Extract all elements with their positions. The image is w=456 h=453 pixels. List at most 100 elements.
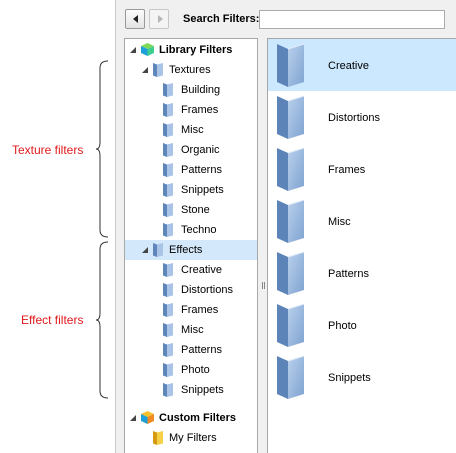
folder-item-label: Creative: [328, 60, 369, 72]
folder-icon: [163, 283, 173, 297]
effect-filters-brace: [96, 241, 110, 399]
collapse-arrow-icon[interactable]: [130, 47, 137, 54]
library-cube-icon: [141, 43, 154, 56]
tree-item-label: Building: [181, 84, 221, 96]
my-filters-folder-icon: [153, 431, 163, 445]
tree-label-library-filters: Library Filters: [159, 44, 233, 56]
large-folder-icon: [277, 95, 305, 139]
forward-arrow-icon: [158, 15, 163, 23]
folder-icon: [163, 143, 173, 157]
tree-item-label: Misc: [181, 324, 204, 336]
folder-item-patterns[interactable]: Patterns: [268, 247, 456, 299]
tree-item-label: Patterns: [181, 164, 222, 176]
custom-cube-icon: [141, 411, 154, 424]
tree-item-label: Patterns: [181, 344, 222, 356]
folder-icon: [163, 203, 173, 217]
folder-icon: [163, 83, 173, 97]
back-arrow-icon: [133, 15, 138, 23]
folder-icon: [163, 363, 173, 377]
tree-item-custom-filters[interactable]: Custom Filters: [125, 408, 257, 428]
tree-item-textures-organic[interactable]: Organic: [125, 140, 257, 160]
tree-item-textures-stone[interactable]: Stone: [125, 200, 257, 220]
folder-icon: [153, 63, 163, 77]
toolbar: Search Filters:: [116, 0, 456, 38]
tree-item-label: Snippets: [181, 184, 224, 196]
tree-item-label: Techno: [181, 224, 217, 236]
tree-item-textures[interactable]: Textures: [125, 60, 257, 80]
tree-label-textures: Textures: [169, 64, 211, 76]
large-folder-icon: [277, 43, 305, 87]
folder-icon: [163, 263, 173, 277]
folder-item-frames[interactable]: Frames: [268, 143, 456, 195]
folder-icon: [163, 383, 173, 397]
search-label: Search Filters:: [183, 13, 260, 25]
back-button[interactable]: [125, 9, 145, 29]
tree-item-effects-frames[interactable]: Frames: [125, 300, 257, 320]
effect-filters-annotation: Effect filters: [21, 313, 84, 327]
tree-item-label: Misc: [181, 124, 204, 136]
folder-icon: [163, 223, 173, 237]
folder-item-label: Misc: [328, 216, 351, 228]
tree-item-effects-patterns[interactable]: Patterns: [125, 340, 257, 360]
folder-item-snippets[interactable]: Snippets: [268, 351, 456, 403]
tree-item-effects-photo[interactable]: Photo: [125, 360, 257, 380]
folder-item-label: Photo: [328, 320, 357, 332]
splitter-grip-icon[interactable]: [262, 282, 265, 289]
folder-item-label: Frames: [328, 164, 366, 176]
texture-filters-brace: [96, 60, 110, 238]
tree-item-effects-misc[interactable]: Misc: [125, 320, 257, 340]
tree-item-label: Frames: [181, 304, 219, 316]
tree-item-textures-snippets[interactable]: Snippets: [125, 180, 257, 200]
folder-item-label: Distortions: [328, 112, 380, 124]
tree-item-label: Creative: [181, 264, 222, 276]
collapse-arrow-icon[interactable]: [142, 67, 149, 74]
tree-item-label: Snippets: [181, 384, 224, 396]
folder-icon: [163, 123, 173, 137]
tree-item-effects-distortions[interactable]: Distortions: [125, 280, 257, 300]
folder-icon: [163, 163, 173, 177]
folder-item-misc[interactable]: Misc: [268, 195, 456, 247]
tree-label-effects: Effects: [169, 244, 203, 256]
folder-icon: [163, 323, 173, 337]
folder-item-label: Patterns: [328, 268, 369, 280]
filter-tree: Library Filters Textures Building Frames M…: [124, 38, 258, 453]
filter-library-window: Search Filters: Library Filters Textures…: [115, 0, 456, 453]
forward-button[interactable]: [149, 9, 169, 29]
tree-item-textures-misc[interactable]: Misc: [125, 120, 257, 140]
large-folder-icon: [277, 251, 305, 295]
tree-item-textures-techno[interactable]: Techno: [125, 220, 257, 240]
folder-icon: [163, 103, 173, 117]
tree-item-library-filters[interactable]: Library Filters: [125, 40, 257, 60]
tree-item-effects-creative[interactable]: Creative: [125, 260, 257, 280]
large-folder-icon: [277, 199, 305, 243]
tree-item-textures-building[interactable]: Building: [125, 80, 257, 100]
folder-icon: [163, 303, 173, 317]
collapse-arrow-icon[interactable]: [130, 415, 137, 422]
tree-label-custom-filters: Custom Filters: [159, 412, 237, 424]
large-folder-icon: [277, 355, 305, 399]
folder-icon: [163, 183, 173, 197]
search-input[interactable]: [259, 10, 445, 29]
tree-item-my-filters[interactable]: My Filters: [125, 428, 257, 448]
large-folder-icon: [277, 147, 305, 191]
folder-item-photo[interactable]: Photo: [268, 299, 456, 351]
tree-item-effects-snippets[interactable]: Snippets: [125, 380, 257, 400]
tree-item-label: Distortions: [181, 284, 233, 296]
tree-item-textures-patterns[interactable]: Patterns: [125, 160, 257, 180]
filter-folder-list: Creative Distortions Frames Misc Patterns Pho…: [267, 38, 456, 453]
tree-item-label: Organic: [181, 144, 220, 156]
tree-item-label: Photo: [181, 364, 210, 376]
collapse-arrow-icon[interactable]: [142, 247, 149, 254]
folder-item-creative[interactable]: Creative: [268, 39, 456, 91]
folder-item-distortions[interactable]: Distortions: [268, 91, 456, 143]
texture-filters-annotation: Texture filters: [12, 143, 84, 157]
tree-item-label: Frames: [181, 104, 219, 116]
folder-item-label: Snippets: [328, 372, 371, 384]
tree-item-textures-frames[interactable]: Frames: [125, 100, 257, 120]
tree-item-label: Stone: [181, 204, 210, 216]
folder-icon: [153, 243, 163, 257]
large-folder-icon: [277, 303, 305, 347]
folder-icon: [163, 343, 173, 357]
tree-label-my-filters: My Filters: [169, 432, 217, 444]
tree-item-effects[interactable]: Effects: [125, 240, 257, 260]
